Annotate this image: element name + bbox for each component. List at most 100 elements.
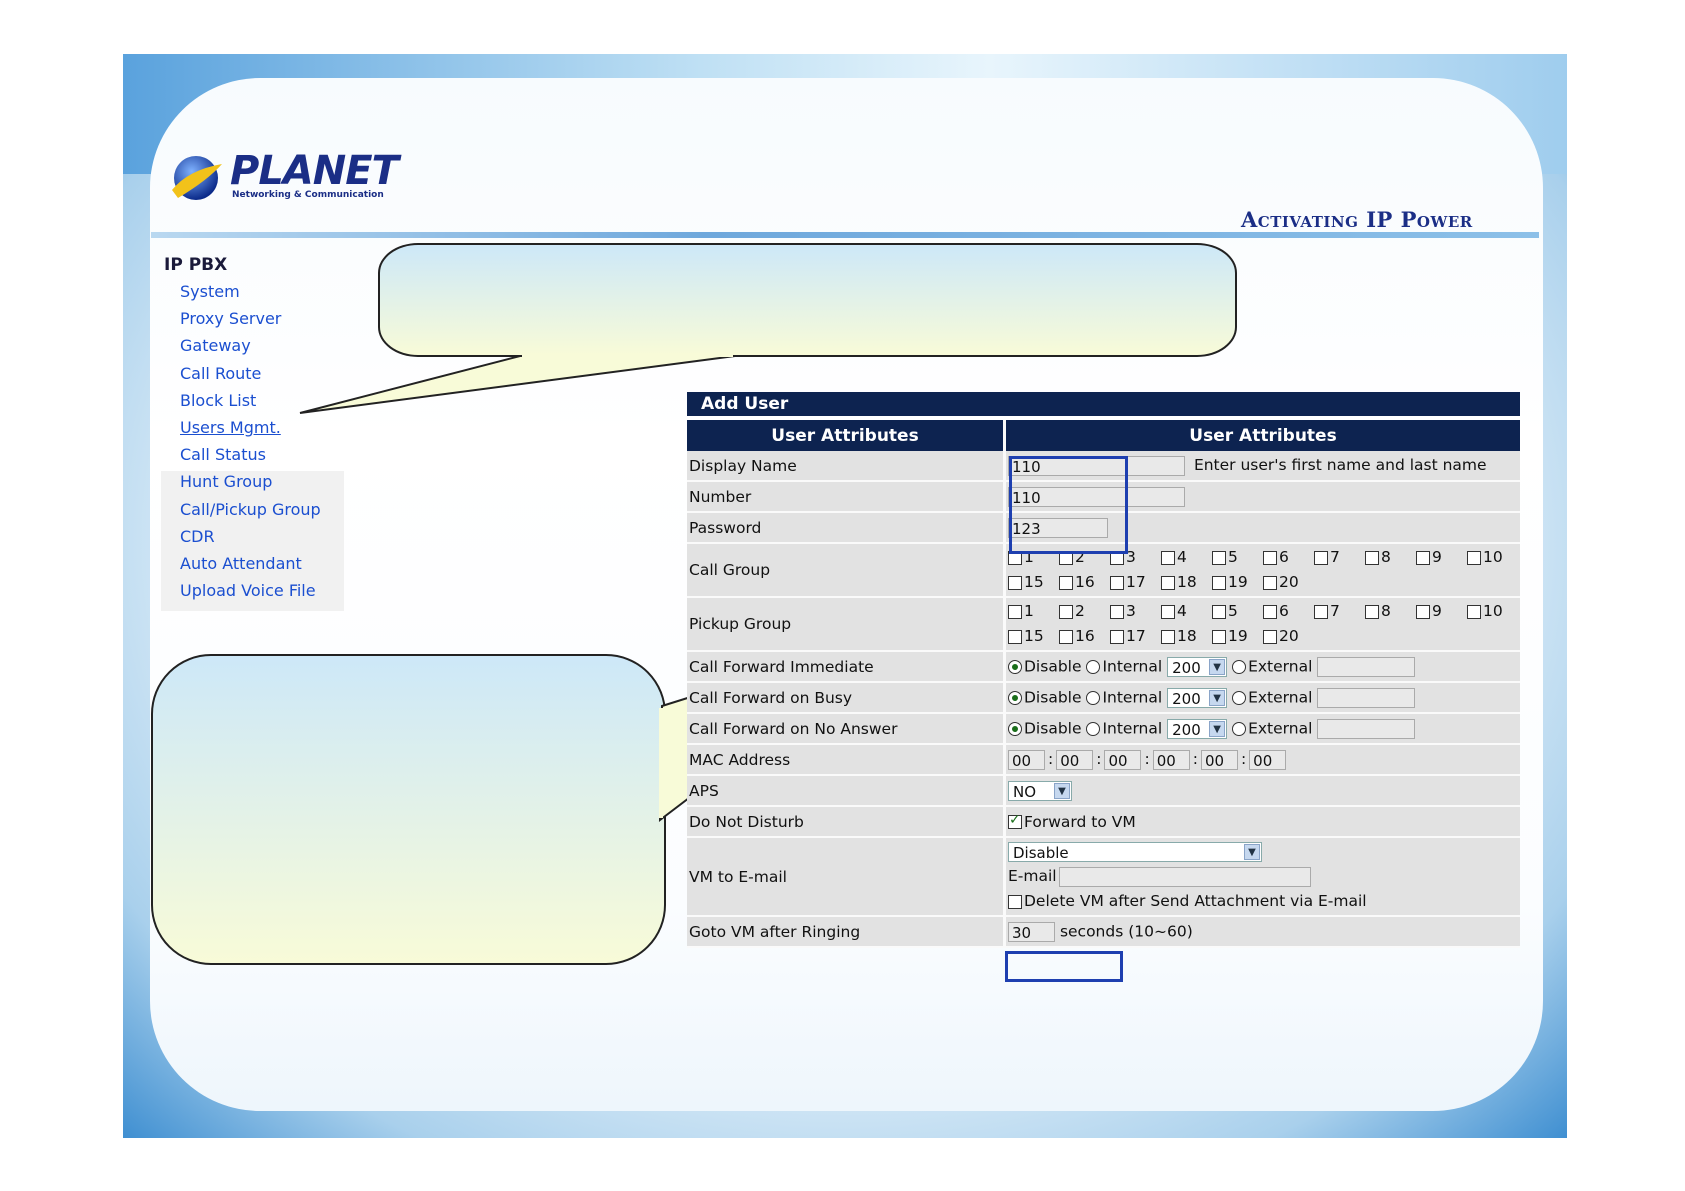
group-option[interactable]: 8 xyxy=(1365,545,1416,570)
group-checkbox[interactable] xyxy=(1008,575,1022,590)
disable-radio[interactable] xyxy=(1008,721,1022,736)
external-number-input[interactable] xyxy=(1317,718,1416,739)
group-checkbox[interactable] xyxy=(1212,550,1226,565)
internal-extension-select[interactable]: 200 ▼ xyxy=(1167,687,1228,708)
internal-radio[interactable] xyxy=(1086,690,1101,705)
group-option[interactable]: 2 xyxy=(1059,599,1110,624)
group-checkbox[interactable] xyxy=(1059,629,1073,644)
group-checkbox[interactable] xyxy=(1263,629,1277,644)
mac-octet-input[interactable]: 00 xyxy=(1249,749,1287,770)
group-option[interactable]: 17 xyxy=(1110,624,1161,649)
external-radio[interactable] xyxy=(1232,721,1247,736)
internal-extension-select[interactable]: 200 ▼ xyxy=(1167,718,1228,739)
group-option-label: 19 xyxy=(1228,573,1248,591)
mac-octet-input[interactable]: 00 xyxy=(1056,749,1094,770)
group-checkbox[interactable] xyxy=(1059,575,1073,590)
group-option[interactable]: 20 xyxy=(1263,570,1314,595)
internal-radio[interactable] xyxy=(1086,659,1101,674)
external-radio[interactable] xyxy=(1232,659,1247,674)
group-checkbox[interactable] xyxy=(1416,550,1430,565)
external-number-input[interactable] xyxy=(1317,656,1416,677)
group-checkbox[interactable] xyxy=(1110,629,1124,644)
mac-octet-input[interactable]: 00 xyxy=(1200,749,1238,770)
goto-vm-seconds-input[interactable]: 30 xyxy=(1008,921,1055,942)
group-option[interactable]: 4 xyxy=(1161,599,1212,624)
group-checkbox[interactable] xyxy=(1008,604,1022,619)
group-option-label: 15 xyxy=(1024,573,1044,591)
highlight-goto-vm xyxy=(1005,951,1123,982)
external-label: External xyxy=(1248,719,1313,737)
group-checkbox[interactable] xyxy=(1416,604,1430,619)
aps-value: NO xyxy=(1013,782,1037,801)
group-checkbox[interactable] xyxy=(1212,575,1226,590)
group-option[interactable]: 1 xyxy=(1008,599,1059,624)
group-option[interactable]: 9 xyxy=(1416,545,1467,570)
group-option[interactable]: 9 xyxy=(1416,599,1467,624)
delete-vm-checkbox[interactable] xyxy=(1008,894,1022,909)
group-option[interactable]: 16 xyxy=(1059,570,1110,595)
group-checkbox[interactable] xyxy=(1263,550,1277,565)
group-checkbox[interactable] xyxy=(1314,604,1328,619)
mac-octet-input[interactable]: 00 xyxy=(1104,749,1142,770)
group-option[interactable]: 4 xyxy=(1161,545,1212,570)
aps-select[interactable]: NO ▼ xyxy=(1008,780,1072,801)
external-label: External xyxy=(1248,657,1313,675)
group-option[interactable]: 7 xyxy=(1314,599,1365,624)
group-option-label: 5 xyxy=(1228,602,1238,620)
external-radio[interactable] xyxy=(1232,690,1247,705)
disable-radio[interactable] xyxy=(1008,659,1022,674)
group-option[interactable]: 20 xyxy=(1263,624,1314,649)
mac-octet-input[interactable]: 00 xyxy=(1152,749,1190,770)
group-checkbox[interactable] xyxy=(1008,629,1022,644)
group-checkbox[interactable] xyxy=(1467,604,1481,619)
group-checkbox[interactable] xyxy=(1161,629,1175,644)
internal-extension-value: 200 xyxy=(1172,720,1201,739)
group-option[interactable]: 18 xyxy=(1161,570,1212,595)
external-number-input[interactable] xyxy=(1317,687,1416,708)
group-checkbox[interactable] xyxy=(1161,604,1175,619)
group-option[interactable]: 10 xyxy=(1467,545,1518,570)
group-checkbox[interactable] xyxy=(1263,575,1277,590)
group-option-label: 10 xyxy=(1483,548,1503,566)
internal-extension-select[interactable]: 200 ▼ xyxy=(1167,656,1228,677)
group-option[interactable]: 5 xyxy=(1212,599,1263,624)
group-option-label: 6 xyxy=(1279,602,1289,620)
group-option[interactable]: 8 xyxy=(1365,599,1416,624)
group-checkbox[interactable] xyxy=(1161,550,1175,565)
chevron-down-icon: ▼ xyxy=(1244,843,1260,860)
group-checkbox[interactable] xyxy=(1467,550,1481,565)
group-option[interactable]: 6 xyxy=(1263,545,1314,570)
group-checkbox[interactable] xyxy=(1161,575,1175,590)
group-option[interactable]: 5 xyxy=(1212,545,1263,570)
group-option[interactable]: 7 xyxy=(1314,545,1365,570)
group-option[interactable]: 19 xyxy=(1212,624,1263,649)
group-option[interactable]: 10 xyxy=(1467,599,1518,624)
group-checkbox[interactable] xyxy=(1110,575,1124,590)
mac-octet-input[interactable]: 00 xyxy=(1008,749,1045,770)
group-checkbox[interactable] xyxy=(1212,629,1226,644)
group-checkbox[interactable] xyxy=(1263,604,1277,619)
group-checkbox[interactable] xyxy=(1314,550,1328,565)
group-option-label: 1 xyxy=(1024,602,1034,620)
group-option[interactable]: 15 xyxy=(1008,624,1059,649)
group-option[interactable]: 19 xyxy=(1212,570,1263,595)
group-checkbox[interactable] xyxy=(1059,604,1073,619)
group-checkbox[interactable] xyxy=(1110,604,1124,619)
group-option[interactable]: 6 xyxy=(1263,599,1314,624)
internal-radio[interactable] xyxy=(1086,721,1101,736)
group-checkbox[interactable] xyxy=(1212,604,1226,619)
group-option[interactable]: 16 xyxy=(1059,624,1110,649)
group-checkbox[interactable] xyxy=(1365,604,1379,619)
email-field[interactable] xyxy=(1058,866,1311,887)
group-option[interactable]: 17 xyxy=(1110,570,1161,595)
mac-separator: : xyxy=(1192,750,1198,768)
group-checkbox[interactable] xyxy=(1365,550,1379,565)
vm-email-select[interactable]: Disable ▼ xyxy=(1008,841,1262,862)
disable-radio[interactable] xyxy=(1008,690,1022,705)
group-option[interactable]: 3 xyxy=(1110,599,1161,624)
group-option[interactable]: 15 xyxy=(1008,570,1059,595)
group-option[interactable]: 18 xyxy=(1161,624,1212,649)
forward-to-vm-checkbox[interactable] xyxy=(1008,812,1022,829)
forward-to-vm-label: Forward to VM xyxy=(1024,812,1136,831)
mac-address-label: MAC Address xyxy=(687,745,1006,776)
